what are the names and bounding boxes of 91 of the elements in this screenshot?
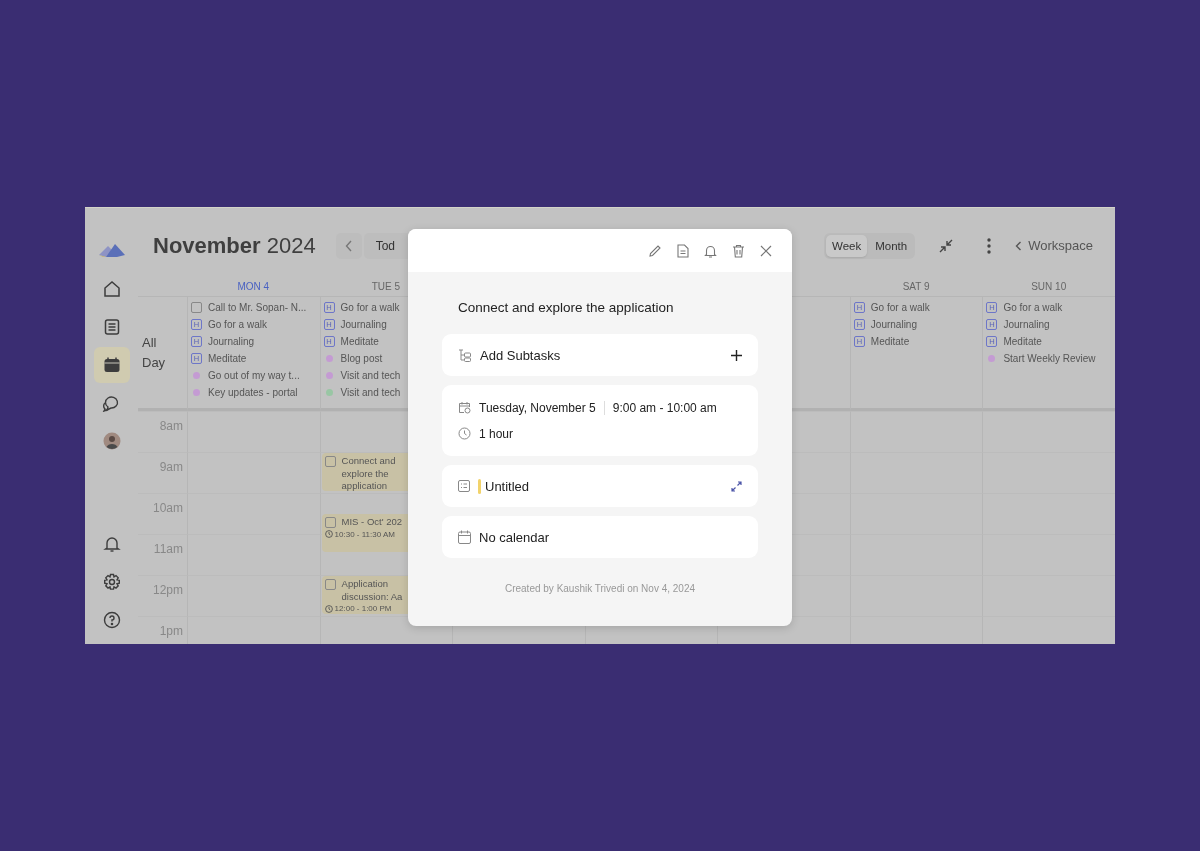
subtasks-icon [458, 348, 472, 362]
calendar-name: No calendar [479, 529, 550, 545]
calendar-row[interactable]: No calendar [442, 516, 758, 558]
all-day-item-title: Go out of my way t... [208, 370, 300, 381]
event-checkbox[interactable] [324, 517, 336, 528]
event-time: 12:00 - 1:00 PM [334, 604, 392, 613]
workspace-back-link[interactable]: Workspace [1015, 238, 1093, 253]
hour-label: 10am [152, 501, 183, 515]
settings-icon [102, 573, 121, 591]
all-day-item-title: Go for a walk [208, 319, 267, 330]
close-icon[interactable] [760, 244, 772, 257]
all-day-item-title: Journaling [870, 319, 917, 330]
chevron-left-icon [1015, 240, 1023, 251]
all-day-item-title: Go for a walk [1003, 302, 1063, 313]
created-by-note: Created by Kaushik Trivedi on Nov 4, 2024 [503, 583, 697, 594]
event-checkbox[interactable] [324, 456, 336, 467]
all-day-item-title: Meditate [208, 353, 247, 364]
all-day-item-title: Journaling [340, 319, 387, 330]
delete-icon[interactable] [732, 243, 745, 258]
all-day-item-title: Meditate [340, 336, 379, 347]
day-header: TUE 5 [371, 281, 400, 292]
clock-icon [324, 604, 333, 613]
all-day-label: All Day [142, 333, 167, 372]
add-subtasks-label: Add Subtasks [480, 347, 561, 363]
view-tab[interactable]: Month [869, 234, 914, 257]
time-slot[interactable] [982, 493, 1115, 534]
help-icon [102, 611, 121, 629]
calendar-clock-icon [458, 401, 471, 414]
all-day-item-title: Call to Mr. Sopan- N... [208, 302, 307, 313]
all-day-item-title: Visit and tech [340, 370, 401, 381]
all-day-item[interactable]: Key updates - portal [191, 384, 320, 401]
day-header: SUN 10 [1031, 281, 1067, 292]
month-title: November 2024 [153, 232, 316, 259]
hour-label: 9am [159, 460, 183, 474]
avatar-icon [102, 432, 121, 450]
event-title: Application discussion: Aa [341, 578, 404, 603]
task-checkbox[interactable] [191, 302, 202, 313]
all-day-item-title: Meditate [870, 336, 910, 347]
calendar-nav-button[interactable] [93, 347, 130, 383]
view-tab[interactable]: Week [826, 234, 868, 257]
event-title: MIS - Oct' 202 [341, 516, 403, 529]
all-day-item-title: Start Weekly Review [1003, 353, 1096, 364]
clock-icon [458, 427, 471, 440]
event-date: Tuesday, November 5 [479, 400, 596, 415]
event-time: 10:30 - 11:30 AM [334, 529, 395, 539]
all-day-item-title: Blog post [340, 353, 383, 364]
notes-icon [102, 318, 121, 336]
hour-label: 11am [153, 542, 183, 556]
add-subtasks-row[interactable]: Add Subtasks [442, 334, 758, 376]
all-day-item-title: Meditate [1003, 336, 1042, 347]
clock-icon [324, 530, 333, 538]
expand-icon[interactable] [731, 480, 742, 492]
all-day-item-title: Journaling [1003, 319, 1050, 330]
time-slot[interactable] [982, 452, 1115, 493]
bell-icon [102, 535, 121, 553]
chevron-left-icon [344, 239, 353, 252]
all-day-item-title: Journaling [208, 336, 255, 347]
calendar-icon [102, 356, 121, 374]
all-day-item-title: Visit and tech [340, 387, 401, 398]
event-title: Connect and explore the application [341, 455, 397, 493]
hour-label: 1pm [159, 624, 183, 638]
task-title: Connect and explore the application [457, 300, 675, 317]
event-duration: 1 hour [479, 426, 514, 441]
previous-week-button[interactable] [335, 232, 362, 259]
document-icon[interactable] [677, 243, 689, 258]
note-title: Untitled [485, 478, 530, 494]
list-icon [458, 480, 470, 492]
event-time-range: 9:00 am - 10:00 am [612, 400, 717, 415]
time-slot[interactable] [982, 575, 1115, 616]
collapse-icon[interactable] [939, 238, 954, 253]
time-slot[interactable] [982, 534, 1115, 575]
add-icon[interactable] [731, 349, 742, 361]
bell-icon[interactable] [704, 243, 717, 258]
all-day-item-title: Go for a walk [340, 302, 400, 313]
home-icon [102, 280, 121, 298]
all-day-item-title: Go for a walk [870, 302, 930, 313]
time-slot[interactable] [982, 411, 1115, 452]
edit-icon[interactable] [648, 243, 662, 258]
note-row[interactable]: Untitled [442, 465, 758, 507]
all-day-item[interactable]: Call to Mr. Sopan- N... [191, 299, 320, 316]
hour-label: 8am [159, 419, 183, 433]
all-day-item[interactable]: Go out of my way t... [191, 367, 320, 384]
day-header: SAT 9 [902, 281, 930, 292]
more-options-icon[interactable] [987, 237, 992, 254]
all-day-item-title: Key updates - portal [208, 387, 298, 398]
calendar-icon [458, 530, 471, 544]
date-time-card[interactable]: Tuesday, November 5 9:00 am - 10:00 am 1 hour [442, 385, 758, 456]
all-day-item[interactable]: Start Weekly Review [986, 350, 1115, 367]
event-checkbox[interactable] [324, 579, 336, 590]
day-header: MON 4 [237, 281, 270, 292]
hour-label: 12pm [152, 583, 183, 597]
